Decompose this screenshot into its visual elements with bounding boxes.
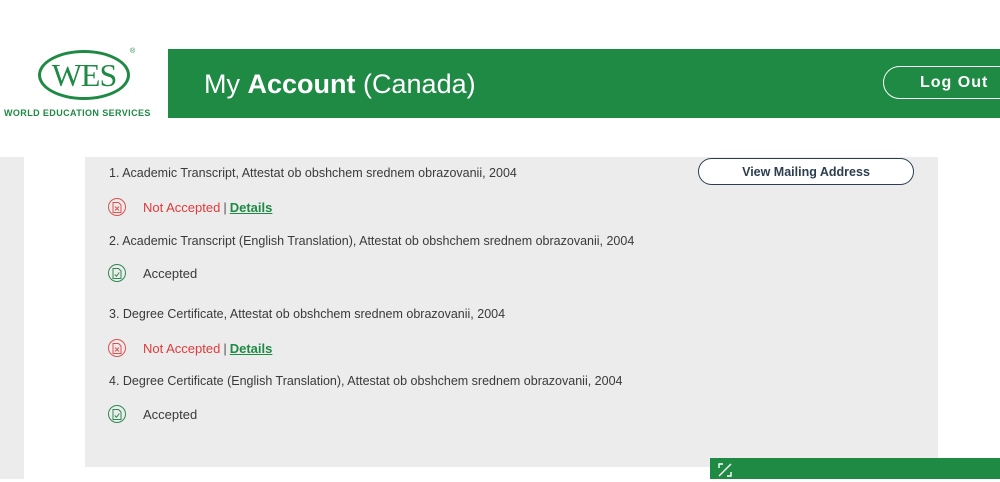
status-not-accepted: Not Accepted bbox=[143, 340, 221, 356]
document-status-row: Not Accepted | Details bbox=[108, 337, 272, 359]
document-accepted-icon bbox=[108, 405, 126, 423]
status-accepted: Accepted bbox=[143, 406, 198, 422]
document-title: 1. Academic Transcript, Attestat ob obsh… bbox=[109, 166, 517, 180]
document-title: 4. Degree Certificate (English Translati… bbox=[109, 374, 623, 388]
document-status-panel: View Mailing Address 1. Academic Transcr… bbox=[85, 157, 938, 467]
document-status-row: Accepted bbox=[108, 403, 197, 425]
document-rejected-icon bbox=[108, 339, 126, 357]
registered-mark: ® bbox=[130, 48, 136, 55]
document-status-row: Not Accepted | Details bbox=[108, 196, 272, 218]
document-rejected-icon bbox=[108, 198, 126, 216]
logout-button[interactable]: Log Out bbox=[883, 66, 1000, 99]
page-title-suffix: (Canada) bbox=[363, 69, 476, 99]
wes-logo[interactable]: WES ® WORLD EDUCATION SERVICES bbox=[4, 48, 164, 120]
document-accepted-icon bbox=[108, 264, 126, 282]
page-title-bold: Account bbox=[247, 69, 356, 99]
details-link[interactable]: Details bbox=[230, 200, 273, 215]
chat-widget-bar[interactable] bbox=[710, 458, 1000, 479]
wes-logo-mark: WES bbox=[38, 50, 130, 100]
status-accepted: Accepted bbox=[143, 265, 198, 281]
document-status-row: Accepted bbox=[108, 262, 197, 284]
page-title: My Account (Canada) bbox=[204, 69, 476, 100]
wes-logo-text: WES bbox=[51, 57, 118, 93]
expand-icon[interactable] bbox=[718, 463, 732, 482]
details-link[interactable]: Details bbox=[230, 341, 273, 356]
view-mailing-address-button[interactable]: View Mailing Address bbox=[698, 158, 914, 185]
account-header: My Account (Canada) Log Out bbox=[168, 49, 1000, 118]
status-separator: | bbox=[223, 199, 227, 215]
left-sidebar-strip bbox=[0, 157, 24, 479]
wes-logo-subtitle: WORLD EDUCATION SERVICES bbox=[4, 108, 151, 118]
page-title-prefix: My bbox=[204, 69, 240, 99]
status-separator: | bbox=[223, 340, 227, 356]
document-title: 2. Academic Transcript (English Translat… bbox=[109, 234, 635, 248]
status-not-accepted: Not Accepted bbox=[143, 199, 221, 215]
document-title: 3. Degree Certificate, Attestat ob obshc… bbox=[109, 307, 506, 321]
